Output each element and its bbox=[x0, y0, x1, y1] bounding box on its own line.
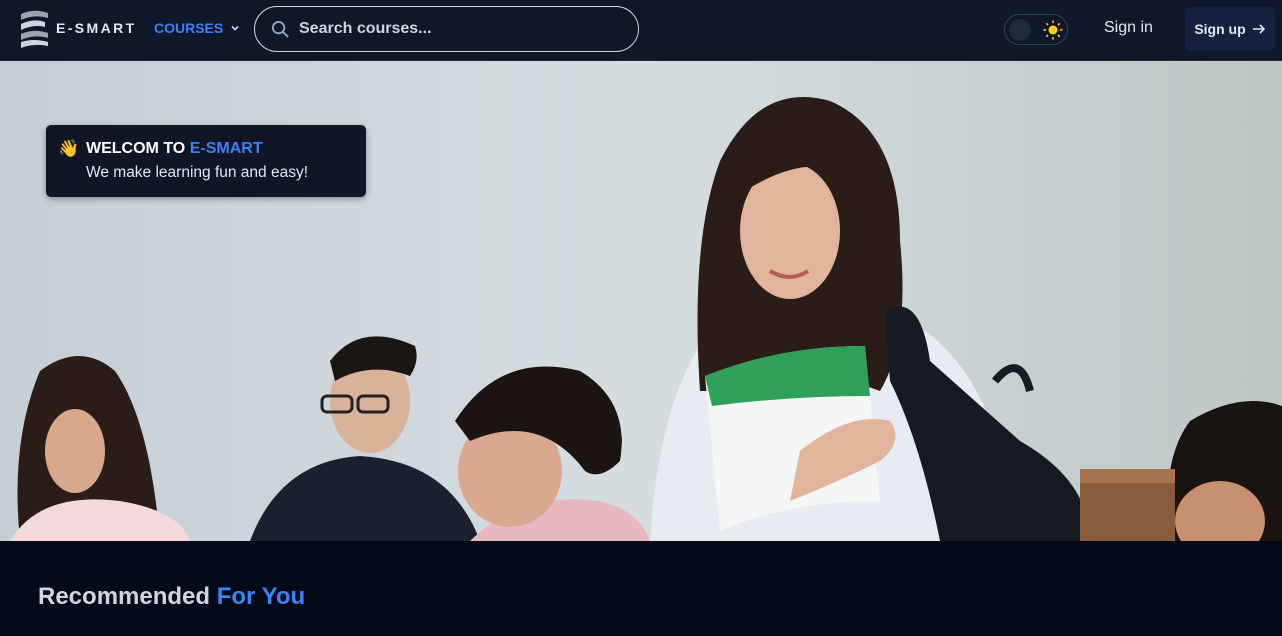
e-smart-logo-icon[interactable] bbox=[17, 8, 51, 48]
sun-icon bbox=[1043, 20, 1063, 40]
welcome-heading: WELCOM TO E-SMART bbox=[86, 140, 263, 158]
search-icon bbox=[271, 20, 289, 38]
welcome-tagline: We make learning fun and easy! bbox=[86, 164, 309, 181]
brand-name[interactable]: E-SMART bbox=[56, 20, 137, 36]
search-bar bbox=[254, 6, 639, 52]
courses-label: COURSES bbox=[154, 20, 224, 36]
welcome-card: 👋 WELCOM TO E-SMART We make learning fun… bbox=[46, 125, 366, 197]
arrow-right-icon bbox=[1252, 24, 1265, 34]
search-input[interactable] bbox=[299, 20, 619, 38]
courses-dropdown[interactable]: COURSES bbox=[154, 20, 240, 36]
recommended-prefix: Recommended bbox=[38, 583, 217, 610]
top-navbar: E-SMART COURSES Sign in Sign up bbox=[0, 0, 1282, 61]
chevron-down-icon bbox=[231, 25, 239, 31]
hero-banner: 👋 WELCOM TO E-SMART We make learning fun… bbox=[0, 61, 1282, 541]
signin-link[interactable]: Sign in bbox=[1104, 19, 1153, 37]
recommended-accent: For You bbox=[216, 583, 306, 610]
toggle-knob bbox=[1009, 18, 1031, 41]
welcome-brand: E-SMART bbox=[189, 140, 263, 157]
signup-label: Sign up bbox=[1194, 21, 1246, 37]
theme-toggle[interactable] bbox=[1004, 14, 1068, 45]
signup-button[interactable]: Sign up bbox=[1185, 7, 1275, 51]
recommended-title: Recommended For You bbox=[38, 583, 305, 611]
welcome-prefix: WELCOM TO bbox=[86, 140, 190, 157]
waving-hand-icon: 👋 bbox=[58, 139, 80, 158]
